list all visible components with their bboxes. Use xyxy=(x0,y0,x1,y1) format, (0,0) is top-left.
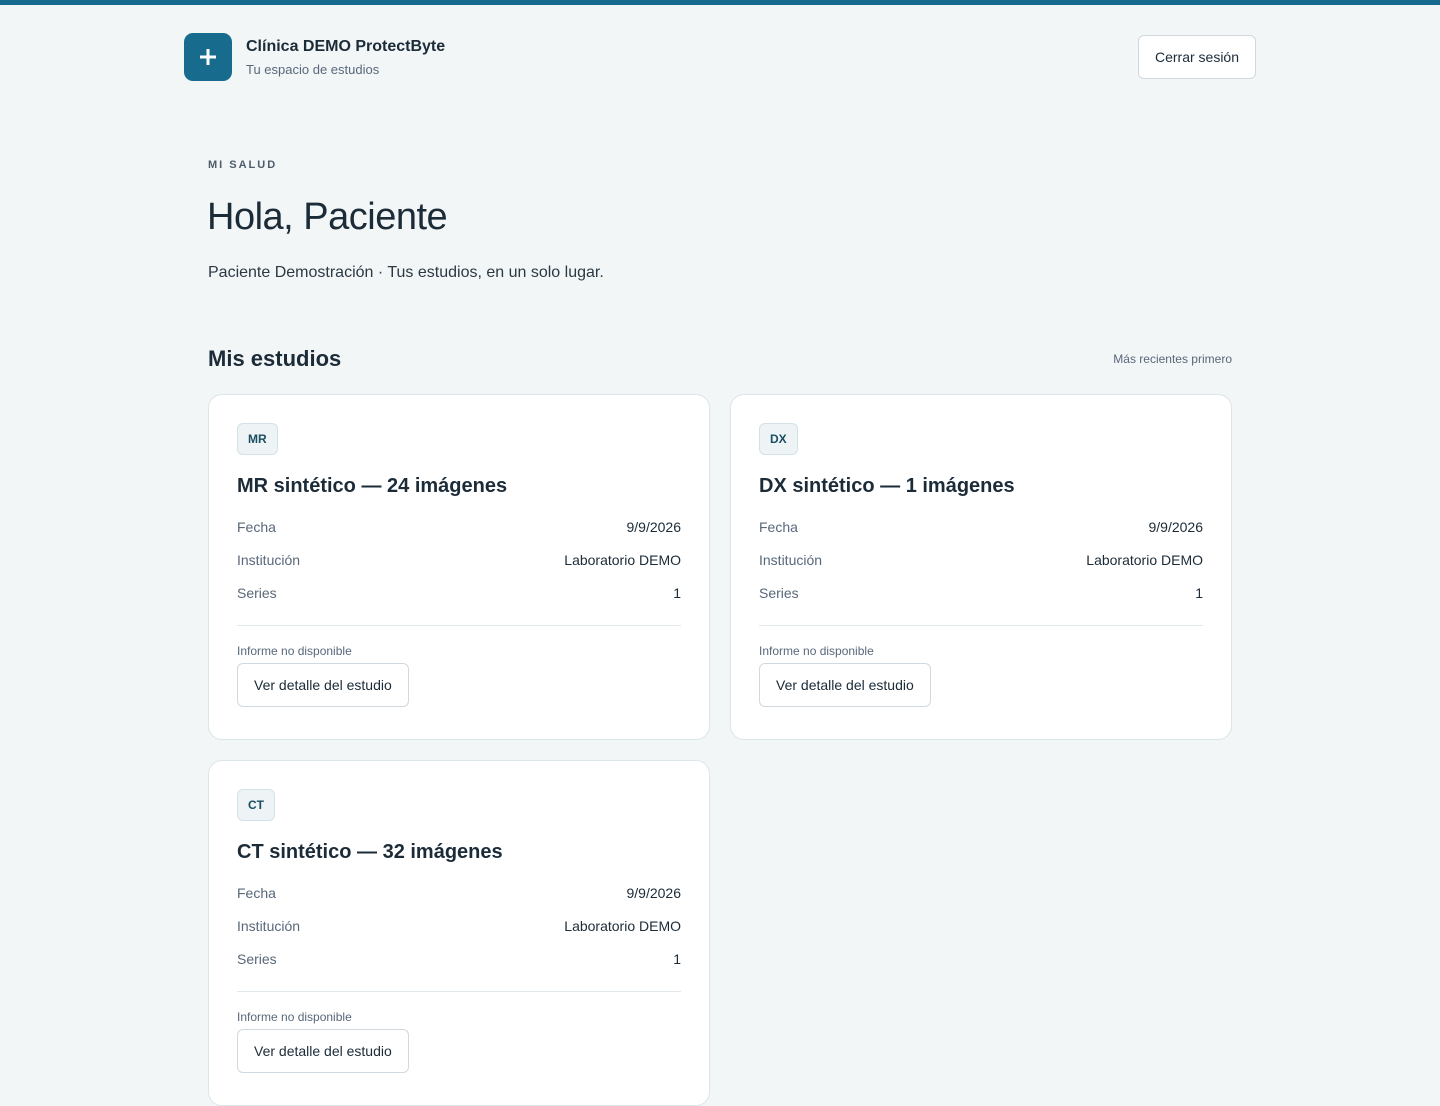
brand: Clínica DEMO ProtectByte Tu espacio de e… xyxy=(184,33,445,81)
detail-label: Series xyxy=(237,585,277,601)
detail-value: Laboratorio DEMO xyxy=(564,918,681,934)
logout-button[interactable]: Cerrar sesión xyxy=(1137,35,1256,79)
report-status: Informe no disponible xyxy=(237,644,352,658)
detail-label: Institución xyxy=(759,552,823,568)
sort-note: Más recientes primero xyxy=(1113,352,1232,366)
studies-grid: MR MR sintético — 24 imágenes Fecha 9/9/… xyxy=(208,394,1232,1106)
detail-row-series: Series 1 xyxy=(237,585,681,618)
detail-label: Institución xyxy=(237,918,301,934)
detail-row-series: Series 1 xyxy=(759,585,1203,618)
app-header: Clínica DEMO ProtectByte Tu espacio de e… xyxy=(184,33,1256,81)
view-study-detail-button[interactable]: Ver detalle del estudio xyxy=(759,663,931,707)
clinic-name: Clínica DEMO ProtectByte xyxy=(246,38,446,55)
page-subtitle: Paciente Demostración · Tus estudios, en… xyxy=(208,264,604,281)
section-eyebrow: MI SALUD xyxy=(208,159,278,171)
card-divider xyxy=(759,625,1203,626)
detail-row-date: Fecha 9/9/2026 xyxy=(759,519,1203,552)
detail-label: Fecha xyxy=(237,885,276,901)
study-card: MR MR sintético — 24 imágenes Fecha 9/9/… xyxy=(208,394,710,740)
view-study-detail-button[interactable]: Ver detalle del estudio xyxy=(237,663,409,707)
detail-row-institution: Institución Laboratorio DEMO xyxy=(237,918,681,951)
card-divider xyxy=(237,991,681,992)
detail-value: Laboratorio DEMO xyxy=(564,552,681,568)
clinic-logo xyxy=(184,33,232,81)
study-details: Fecha 9/9/2026 Institución Laboratorio D… xyxy=(237,519,681,618)
report-status: Informe no disponible xyxy=(759,644,874,658)
detail-value: 1 xyxy=(673,951,681,967)
study-card: DX DX sintético — 1 imágenes Fecha 9/9/2… xyxy=(730,394,1232,740)
detail-row-date: Fecha 9/9/2026 xyxy=(237,519,681,552)
detail-row-date: Fecha 9/9/2026 xyxy=(237,885,681,918)
detail-label: Fecha xyxy=(759,519,798,535)
plus-icon xyxy=(200,49,216,65)
detail-row-series: Series 1 xyxy=(237,951,681,984)
detail-row-institution: Institución Laboratorio DEMO xyxy=(237,552,681,585)
studies-title: Mis estudios xyxy=(208,346,342,371)
modality-badge: DX xyxy=(759,423,798,455)
detail-label: Fecha xyxy=(237,519,276,535)
clinic-subtitle: Tu espacio de estudios xyxy=(246,62,380,77)
study-details: Fecha 9/9/2026 Institución Laboratorio D… xyxy=(759,519,1203,618)
studies-header: Mis estudios Más recientes primero xyxy=(208,346,1232,372)
card-divider xyxy=(237,625,681,626)
study-title: DX sintético — 1 imágenes xyxy=(759,475,1015,497)
detail-label: Institución xyxy=(237,552,301,568)
detail-label: Series xyxy=(237,951,277,967)
report-status: Informe no disponible xyxy=(237,1010,352,1024)
detail-value: 9/9/2026 xyxy=(626,885,682,901)
detail-row-institution: Institución Laboratorio DEMO xyxy=(759,552,1203,585)
page-title: Hola, Paciente xyxy=(207,196,448,238)
detail-value: Laboratorio DEMO xyxy=(1086,552,1203,568)
modality-badge: MR xyxy=(237,423,278,455)
study-card: CT CT sintético — 32 imágenes Fecha 9/9/… xyxy=(208,760,710,1106)
detail-value: 9/9/2026 xyxy=(1148,519,1204,535)
top-accent-bar xyxy=(0,0,1440,5)
study-title: MR sintético — 24 imágenes xyxy=(237,475,508,497)
modality-badge: CT xyxy=(237,789,275,821)
detail-value: 1 xyxy=(1195,585,1203,601)
detail-label: Series xyxy=(759,585,799,601)
study-details: Fecha 9/9/2026 Institución Laboratorio D… xyxy=(237,885,681,984)
study-title: CT sintético — 32 imágenes xyxy=(237,841,503,863)
detail-value: 1 xyxy=(673,585,681,601)
detail-value: 9/9/2026 xyxy=(626,519,682,535)
view-study-detail-button[interactable]: Ver detalle del estudio xyxy=(237,1029,409,1073)
